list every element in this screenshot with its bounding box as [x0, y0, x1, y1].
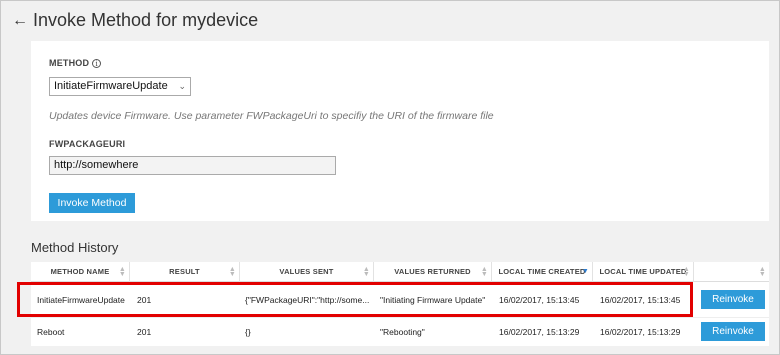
cell-result: 201 [137, 327, 152, 337]
info-icon[interactable]: i [92, 59, 102, 68]
column-header-local-time-updated[interactable]: LOCAL TIME UPDATED ▲ ▼ [593, 262, 694, 282]
sort-icon: ▲ ▼ [362, 266, 370, 278]
param-label: FWPACKAGEURI [49, 139, 126, 149]
column-header-method-name[interactable]: METHOD NAME ▲ ▼ [31, 262, 130, 282]
column-header-values-returned[interactable]: VALUES RETURNED ▲ ▼ [374, 262, 492, 282]
cell-method-name: Reboot [37, 327, 65, 337]
table-row: Reboot 201 {} "Rebooting" 16/02/2017, 15… [31, 317, 769, 345]
sort-icon: ▲ ▼ [758, 266, 766, 278]
reinvoke-button[interactable]: Reinvoke [701, 322, 765, 341]
invoke-form-panel: METHOD i InitiateFirmwareUpdate ⌄ Updates… [31, 41, 769, 221]
method-description: Updates device Firmware. Use parameter F… [49, 110, 494, 122]
reinvoke-button[interactable]: Reinvoke [701, 290, 765, 309]
method-label: METHOD [49, 58, 90, 68]
highlight-box [17, 282, 693, 317]
method-select[interactable]: InitiateFirmwareUpdate ⌄ [49, 77, 191, 96]
cell-values-sent: {} [245, 327, 251, 337]
method-select-value: InitiateFirmwareUpdate [54, 80, 168, 92]
method-history-title: Method History [31, 240, 119, 255]
cell-values-returned: "Rebooting" [380, 327, 425, 337]
cell-time-created: 16/02/2017, 15:13:29 [499, 327, 580, 337]
column-header-result[interactable]: RESULT ▲ ▼ [130, 262, 240, 282]
page-title: Invoke Method for mydevice [33, 9, 259, 30]
method-label-row: METHOD i [49, 58, 102, 68]
sort-icon: ▲ ▼ [118, 266, 126, 278]
chevron-down-icon: ⌄ [178, 81, 186, 91]
sort-icon: ▲ ▼ [228, 266, 236, 278]
column-header-actions: ▲ ▼ [694, 262, 769, 282]
column-header-values-sent[interactable]: VALUES SENT ▲ ▼ [240, 262, 374, 282]
page-header: ← Invoke Method for mydevice [12, 8, 258, 32]
sort-icon: ▲ ▼ [682, 266, 690, 278]
cell-time-updated: 16/02/2017, 15:13:29 [600, 327, 681, 337]
table-header-row: METHOD NAME ▲ ▼ RESULT ▲ ▼ VALUES SENT ▲ ▼ VAL… [31, 262, 769, 282]
fwpackageuri-input[interactable]: http://somewhere [49, 156, 336, 175]
sort-descending-icon: ▼ [581, 268, 589, 275]
arrow-left-icon[interactable]: ← [12, 12, 30, 30]
column-header-local-time-created[interactable]: LOCAL TIME CREATED ▼ [492, 262, 593, 282]
invoke-method-button[interactable]: Invoke Method [49, 193, 135, 213]
sort-icon: ▲ ▼ [480, 266, 488, 278]
